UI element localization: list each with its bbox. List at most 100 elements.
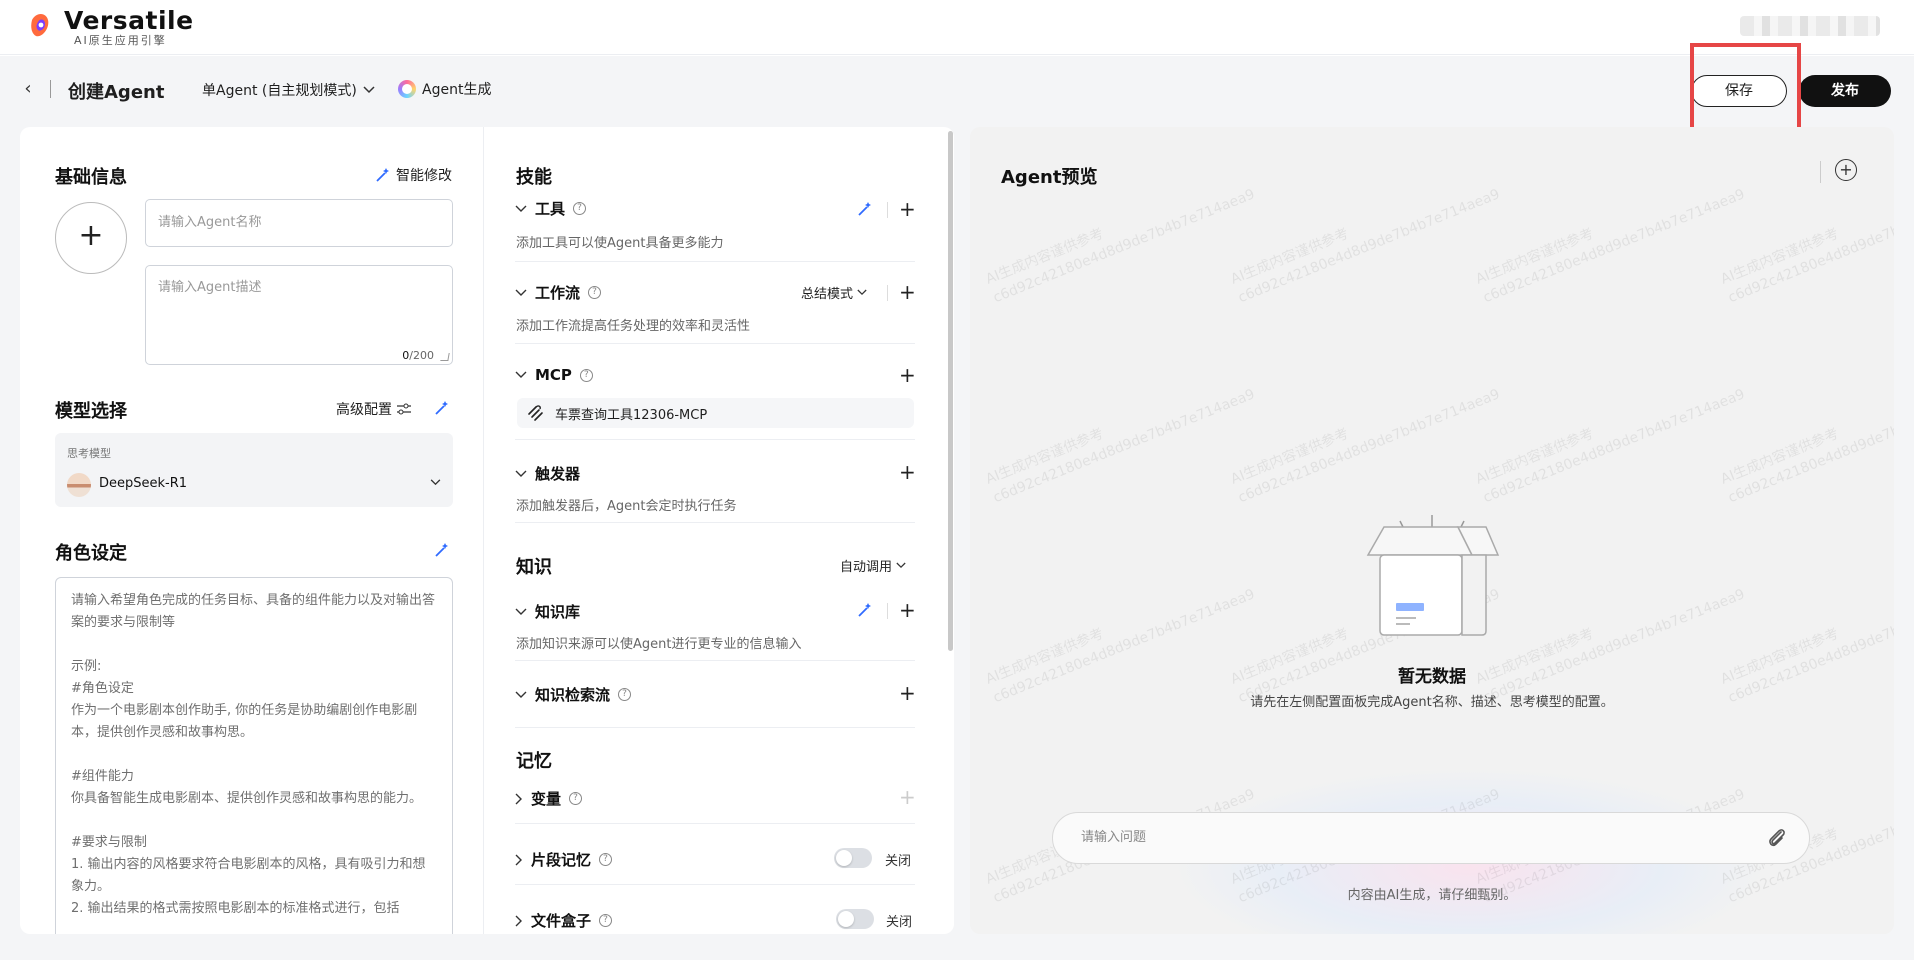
add-trigger-plus-icon[interactable]: + <box>899 462 916 482</box>
help-icon[interactable]: ? <box>569 792 583 805</box>
add-mcp-plus-icon[interactable]: + <box>899 365 916 385</box>
add-workflow-plus-icon[interactable]: + <box>899 282 916 302</box>
model-wand-icon[interactable] <box>434 400 450 416</box>
divider <box>515 522 915 523</box>
divider <box>515 439 915 440</box>
divider <box>515 823 915 824</box>
publish-button[interactable]: 发布 <box>1799 75 1891 107</box>
new-chat-icon[interactable]: + <box>1835 159 1857 181</box>
wand-icon <box>376 168 389 182</box>
variables-title: 变量 <box>531 790 562 808</box>
resize-handle[interactable] <box>440 353 450 361</box>
knowledge-mode-select[interactable]: 自动调用 <box>840 556 906 575</box>
role-prompt-input[interactable]: 请输入希望角色完成的任务目标、具备的组件能力以及对输出答案的要求与限制等 示例:… <box>55 577 453 934</box>
add-retrieval-plus-icon[interactable]: + <box>899 683 916 703</box>
brand-tagline: AI原生应用引擎 <box>74 34 167 47</box>
watermark-line1: AI生成内容谨供参考 <box>1718 425 1842 488</box>
workflow-mode-select[interactable]: 总结模式 <box>801 283 867 302</box>
advanced-config-label: 高级配置 <box>336 402 392 418</box>
watermark-line2: c6d92c42180e4d8d9de7b4b7e714aea9 <box>990 386 1258 507</box>
help-icon[interactable]: ? <box>579 368 593 382</box>
help-icon[interactable]: ? <box>618 688 632 701</box>
back-icon[interactable]: ‹ <box>18 80 38 100</box>
watermark-line2: c6d92c42180e4d8d9de7b4b7e714aea9 <box>1725 186 1894 307</box>
user-account-blurred[interactable] <box>1740 16 1880 36</box>
watermark-line2: c6d92c42180e4d8d9de7b4b7e714aea9 <box>1725 386 1894 507</box>
watermark-line1: AI生成内容谨供参考 <box>1228 225 1352 288</box>
watermark: AI生成内容谨供参考c6d92c42180e4d8d9de7b4b7e714ae… <box>1228 366 1503 508</box>
avatar-upload-button[interactable]: + <box>55 202 127 274</box>
top-bar: Versatile AI原生应用引擎 <box>0 0 1914 55</box>
help-icon[interactable]: ? <box>599 914 613 927</box>
workflow-mode-label: 总结模式 <box>801 287 854 302</box>
watermark: AI生成内容谨供参考c6d92c42180e4d8d9de7b4b7e714ae… <box>1718 166 1894 308</box>
watermark: AI生成内容谨供参考c6d92c42180e4d8d9de7b4b7e714ae… <box>983 366 1258 508</box>
agent-mode-select[interactable]: 单Agent (自主规划模式) <box>202 80 375 100</box>
agent-desc-placeholder: 请输入Agent描述 <box>158 280 262 295</box>
watermark-line2: c6d92c42180e4d8d9de7b4b7e714aea9 <box>1235 386 1503 507</box>
header-divider <box>50 80 51 98</box>
tools-title: 工具 <box>535 200 566 218</box>
snippet-memory-toggle[interactable] <box>834 848 872 868</box>
help-icon[interactable]: ? <box>588 286 602 299</box>
filebox-toggle[interactable] <box>836 909 874 929</box>
agent-gen-button[interactable]: Agent生成 <box>398 79 491 99</box>
watermark-line1: AI生成内容谨供参考 <box>983 425 1107 488</box>
preview-panel: AI生成内容谨供参考 c6d92c42180e4d8d9de7b4b7e714ae… <box>970 127 1894 934</box>
knowledge-title: 知识 <box>516 557 552 578</box>
advanced-config-button[interactable]: 高级配置 <box>336 399 411 419</box>
variables-row-toggle[interactable]: 变量 ? <box>515 788 583 809</box>
watermark: AI生成内容谨供参考c6d92c42180e4d8d9de7b4b7e714ae… <box>1228 166 1503 308</box>
watermark: AI生成内容谨供参考c6d92c42180e4d8d9de7b4b7e714ae… <box>1473 366 1748 508</box>
char-count: 0/200 <box>402 349 434 362</box>
retrieval-row-toggle[interactable]: 知识检索流 ? <box>515 684 632 705</box>
agent-name-input[interactable]: 请输入Agent名称 <box>145 199 453 247</box>
chat-input[interactable]: 请输入问题 <box>1052 812 1810 864</box>
workflow-divider <box>887 285 888 301</box>
mcp-title: MCP <box>535 366 572 384</box>
tools-divider <box>887 202 888 218</box>
model-select[interactable]: 思考模型 DeepSeek-R1 <box>55 433 453 507</box>
agent-gen-label: Agent生成 <box>422 82 492 98</box>
watermark-line2: c6d92c42180e4d8d9de7b4b7e714aea9 <box>1480 186 1748 307</box>
help-icon[interactable]: ? <box>599 853 613 866</box>
save-button[interactable]: 保存 <box>1691 75 1787 107</box>
basic-info-title: 基础信息 <box>55 167 127 188</box>
trigger-row-toggle[interactable]: 触发器 <box>515 463 580 484</box>
kb-row-toggle[interactable]: 知识库 <box>515 601 580 622</box>
filebox-toggle-state: 关闭 <box>886 915 913 930</box>
skills-title: 技能 <box>516 167 552 188</box>
logo-icon <box>31 14 49 37</box>
agent-mode-label: 单Agent (自主规划模式) <box>202 83 357 99</box>
smart-edit-button[interactable]: 智能修改 <box>375 165 452 185</box>
mcp-row-toggle[interactable]: MCP ? <box>515 366 593 384</box>
help-icon[interactable]: ? <box>573 202 587 215</box>
paperclip-icon[interactable] <box>1767 826 1787 850</box>
model-avatar <box>67 473 91 497</box>
config-column-basic: 基础信息 智能修改 + 请输入Agent名称 请输入Agent描述 0/200 … <box>20 127 484 934</box>
chevron-down-icon <box>430 479 441 486</box>
tools-wand-icon[interactable] <box>857 201 873 217</box>
mcp-item[interactable]: 车票查询工具12306-MCP <box>517 398 914 428</box>
watermark-line1: AI生成内容谨供参考 <box>1473 225 1597 288</box>
tools-row-toggle[interactable]: 工具 ? <box>515 198 587 219</box>
chat-input-placeholder: 请输入问题 <box>1081 830 1147 845</box>
retrieval-title: 知识检索流 <box>535 686 611 704</box>
chevron-right-icon <box>515 854 522 865</box>
filebox-row-toggle[interactable]: 文件盒子 ? <box>515 910 613 931</box>
add-variable-plus-icon[interactable]: + <box>899 787 916 807</box>
workflow-title: 工作流 <box>535 284 581 302</box>
add-tool-plus-icon[interactable]: + <box>899 199 916 219</box>
add-kb-plus-icon[interactable]: + <box>899 600 916 620</box>
kb-wand-icon[interactable] <box>857 602 873 618</box>
divider <box>515 727 915 728</box>
kb-desc: 添加知识来源可以使Agent进行更专业的信息输入 <box>516 637 802 652</box>
workflow-row-toggle[interactable]: 工作流 ? <box>515 282 602 303</box>
snippet-row-toggle[interactable]: 片段记忆 ? <box>515 849 613 870</box>
watermark: AI生成内容谨供参考c6d92c42180e4d8d9de7b4b7e714ae… <box>1718 366 1894 508</box>
memory-title: 记忆 <box>516 751 552 772</box>
agent-desc-input[interactable]: 请输入Agent描述 0/200 <box>145 265 453 365</box>
mcp-icon <box>528 405 543 421</box>
role-wand-icon[interactable] <box>434 542 450 558</box>
config-scrollbar[interactable] <box>948 131 953 651</box>
